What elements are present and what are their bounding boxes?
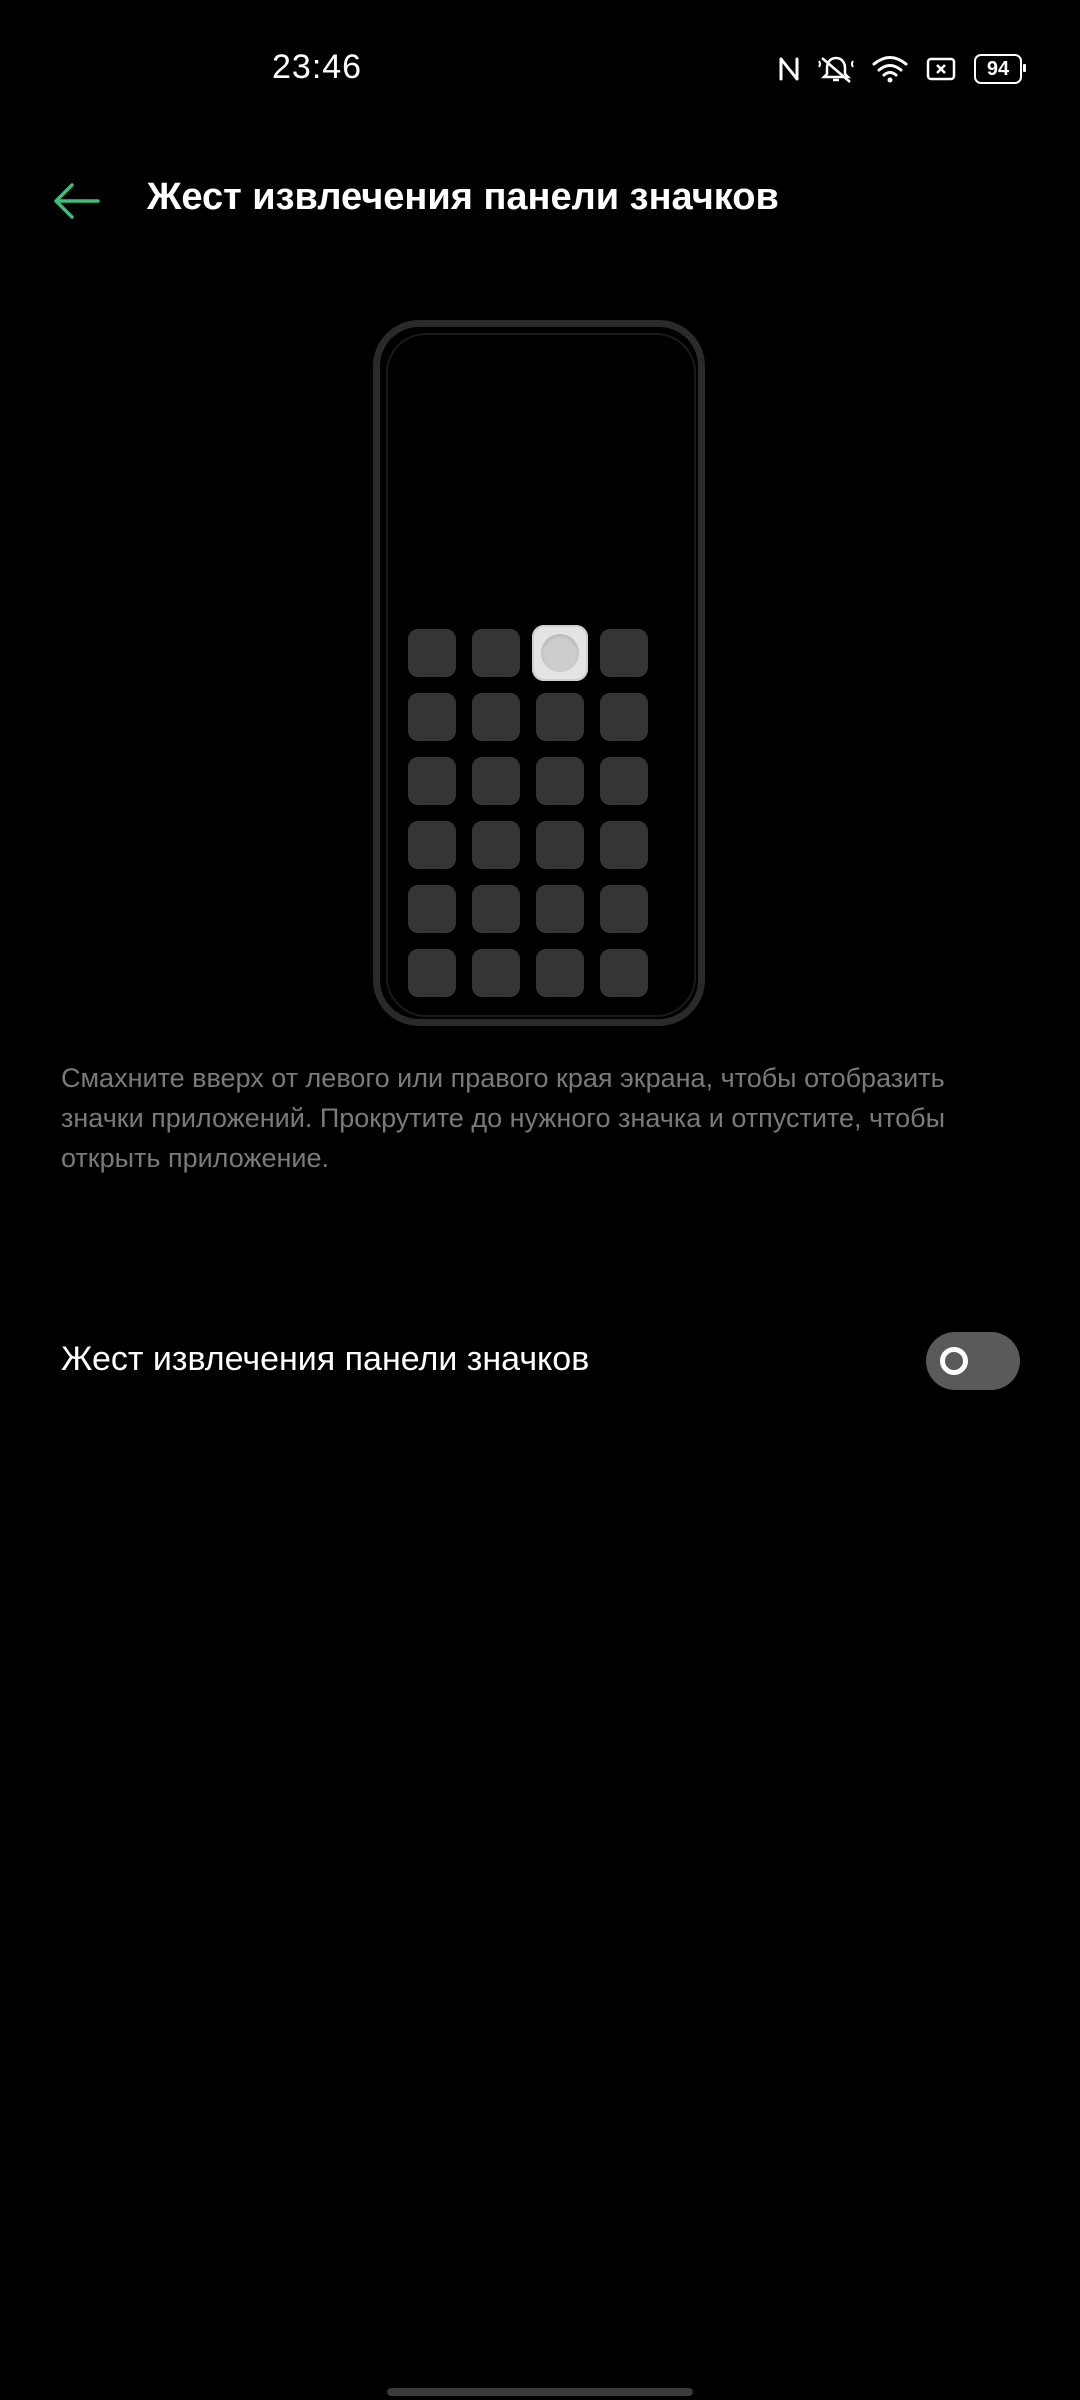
app-tile	[536, 693, 584, 741]
mute-icon	[818, 55, 854, 83]
app-tile	[472, 629, 520, 677]
touch-point	[541, 634, 579, 672]
app-tile-selected	[532, 625, 588, 681]
app-tile	[408, 757, 456, 805]
app-tile	[536, 949, 584, 997]
clock: 23:46	[272, 48, 363, 86]
icon-pullup-gesture-setting[interactable]: Жест извлечения панели значков	[0, 1316, 1080, 1408]
app-tile	[472, 821, 520, 869]
header: Жест извлечения панели значков	[0, 160, 1080, 240]
app-tile	[408, 693, 456, 741]
screen-icon	[926, 56, 956, 82]
app-tile	[408, 949, 456, 997]
back-button[interactable]	[48, 178, 108, 224]
app-tile	[408, 629, 456, 677]
nfc-icon	[778, 56, 800, 82]
page-title: Жест извлечения панели значков	[147, 176, 779, 218]
gesture-toggle[interactable]	[926, 1332, 1020, 1390]
gesture-illustration	[373, 320, 705, 1026]
wifi-icon	[872, 55, 908, 83]
battery-level: 94	[986, 57, 1010, 80]
app-tile	[408, 821, 456, 869]
status-icons: 94	[778, 54, 1026, 84]
app-tile	[600, 629, 648, 677]
app-tile	[600, 821, 648, 869]
back-arrow-icon	[54, 183, 100, 219]
app-tile	[536, 821, 584, 869]
app-tile	[600, 949, 648, 997]
app-tile	[408, 885, 456, 933]
app-tile	[472, 757, 520, 805]
status-bar: 23:46 94	[0, 0, 1080, 140]
app-tile	[600, 693, 648, 741]
toggle-knob	[940, 1347, 968, 1375]
battery-icon: 94	[974, 54, 1026, 84]
app-tile	[536, 885, 584, 933]
gesture-description: Смахните вверх от левого или правого кра…	[61, 1063, 945, 1173]
phone-frame	[373, 320, 705, 1026]
app-tile	[472, 885, 520, 933]
app-icon-grid	[408, 625, 648, 997]
app-tile	[536, 757, 584, 805]
app-tile	[600, 885, 648, 933]
app-tile	[472, 693, 520, 741]
home-indicator[interactable]	[387, 2388, 693, 2396]
setting-label: Жест извлечения панели значков	[61, 1340, 590, 1378]
app-tile	[600, 757, 648, 805]
app-tile	[472, 949, 520, 997]
